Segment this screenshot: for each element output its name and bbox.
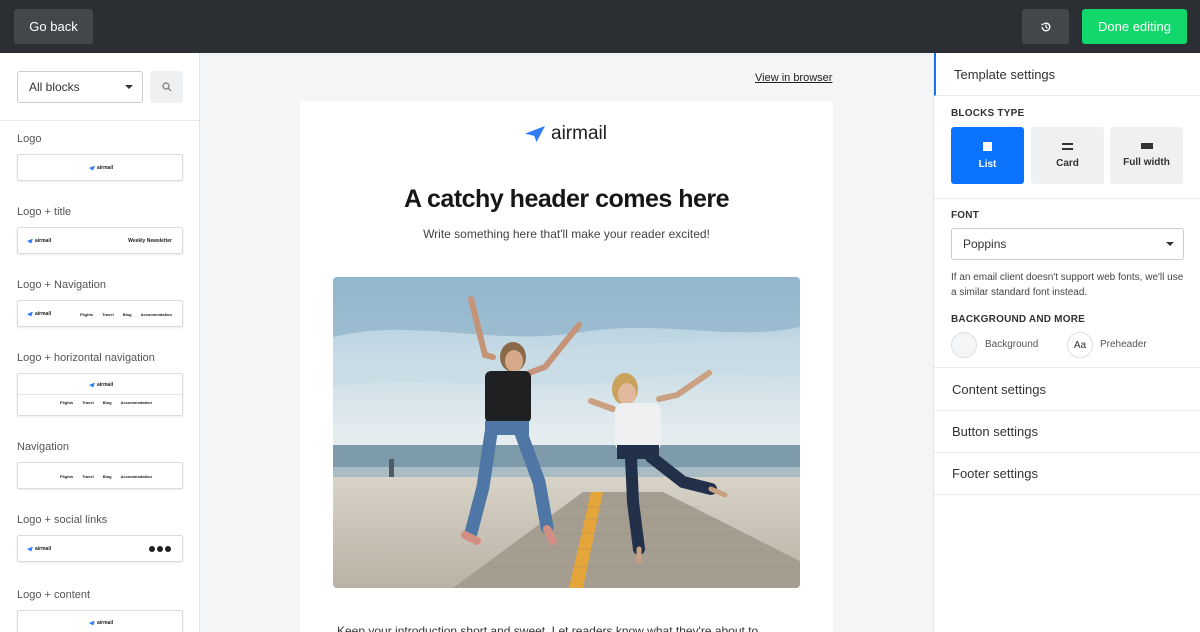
block-thumbnail[interactable]: airmail: [17, 535, 183, 562]
mini-nav: Flights Travel Blog Accommodation: [60, 400, 152, 405]
background-item-label: Background: [985, 339, 1039, 350]
footer-settings-header[interactable]: Footer settings: [934, 452, 1200, 495]
font-select[interactable]: Poppins: [951, 228, 1184, 260]
block-thumbnail[interactable]: airmail: [17, 610, 183, 632]
twitter-icon: [157, 546, 163, 552]
block-thumbnail[interactable]: Flights Travel Blog Accommodation: [17, 462, 183, 489]
mini-logo: airmail: [89, 165, 113, 171]
preheader-item-label: Preheader: [1100, 339, 1147, 350]
done-editing-button[interactable]: Done editing: [1082, 9, 1187, 44]
blocks-type-label: BLOCKS TYPE: [951, 108, 1025, 119]
instagram-icon: [165, 546, 171, 552]
email-subheadline[interactable]: Write something here that'll make your r…: [300, 227, 833, 241]
content-settings-header[interactable]: Content settings: [934, 368, 1200, 411]
blocks-filter-bar: All blocks: [0, 53, 199, 121]
chevron-down-icon: [125, 85, 133, 89]
block-label: Logo + Navigation: [17, 279, 106, 291]
email-canvas: View in browser airmail A catchy header …: [200, 53, 933, 632]
block-thumbnail[interactable]: airmail: [17, 154, 183, 181]
block-type-list-button[interactable]: List: [951, 127, 1024, 184]
block-label: Logo: [17, 133, 42, 145]
block-label: Navigation: [17, 441, 69, 453]
email-headline[interactable]: A catchy header comes here: [300, 185, 833, 214]
go-back-button[interactable]: Go back: [14, 9, 93, 44]
mini-nav: Flights Travel Blog Accommodation: [60, 474, 152, 479]
settings-panel: Template settings BLOCKS TYPE List Card …: [933, 53, 1200, 632]
blocks-filter-value: All blocks: [29, 80, 80, 94]
hero-image[interactable]: [333, 277, 800, 588]
mini-nav: Flights Travel Blog Accommodation: [80, 312, 172, 317]
background-swatch[interactable]: [951, 332, 977, 358]
block-label: Logo + title: [17, 206, 72, 218]
block-type-card-button[interactable]: Card: [1031, 127, 1104, 184]
mini-logo: airmail: [27, 546, 51, 552]
search-button[interactable]: [150, 71, 183, 103]
email-intro-text[interactable]: Keep your introduction short and sweet. …: [337, 624, 758, 632]
block-label: Logo + content: [17, 589, 91, 601]
plane-icon: [89, 620, 95, 626]
chevron-down-icon: [1166, 242, 1174, 246]
block-label: Logo + social links: [17, 514, 108, 526]
block-thumbnail[interactable]: airmail Flights Travel Blog Accommodation: [17, 373, 183, 416]
mini-title: Weekly Newsletter: [128, 238, 172, 244]
button-settings-header[interactable]: Button settings: [934, 410, 1200, 453]
full-width-icon: [1140, 143, 1153, 149]
divider: [934, 198, 1200, 199]
plane-icon: [27, 546, 33, 552]
mini-social-links: [149, 546, 171, 552]
view-in-browser-link[interactable]: View in browser: [755, 72, 832, 84]
mini-logo: airmail: [27, 311, 51, 317]
beach-photo: [333, 277, 800, 588]
plane-icon: [27, 238, 33, 244]
blocks-sidebar: All blocks Logo airmail Logo + title air…: [0, 53, 200, 632]
font-select-value: Poppins: [963, 237, 1007, 251]
facebook-icon: [149, 546, 155, 552]
mini-logo: airmail: [89, 620, 113, 626]
card-icon: [1062, 142, 1073, 150]
email-preview[interactable]: airmail A catchy header comes here Write…: [300, 101, 833, 632]
list-icon: [983, 141, 992, 151]
background-label: BACKGROUND AND MORE: [951, 314, 1085, 325]
template-settings-header[interactable]: Template settings: [934, 53, 1200, 96]
top-bar: Go back Done editing: [0, 0, 1200, 53]
font-label: FONT: [951, 210, 980, 221]
block-thumbnail[interactable]: airmail Weekly Newsletter: [17, 227, 183, 254]
preheader-swatch[interactable]: Aa: [1067, 332, 1093, 358]
blocks-filter-select[interactable]: All blocks: [17, 71, 143, 103]
history-icon: [1040, 22, 1050, 31]
thumb-divider: [18, 394, 182, 395]
plane-icon: [89, 165, 95, 171]
block-label: Logo + horizontal navigation: [17, 352, 155, 364]
mini-logo: airmail: [27, 238, 51, 244]
mini-logo: airmail: [89, 382, 113, 388]
text-style-icon: Aa: [1073, 339, 1087, 351]
block-thumbnail[interactable]: airmail Flights Travel Blog Accommodation: [17, 300, 183, 327]
history-button[interactable]: [1022, 9, 1069, 44]
font-note: If an email client doesn't support web f…: [951, 272, 1184, 298]
plane-icon: [89, 382, 95, 388]
plane-icon: [27, 311, 33, 317]
email-logo[interactable]: airmail: [525, 123, 607, 145]
paper-plane-icon: [525, 126, 545, 142]
search-icon: [161, 82, 171, 92]
block-type-full-width-button[interactable]: Full width: [1110, 127, 1183, 184]
